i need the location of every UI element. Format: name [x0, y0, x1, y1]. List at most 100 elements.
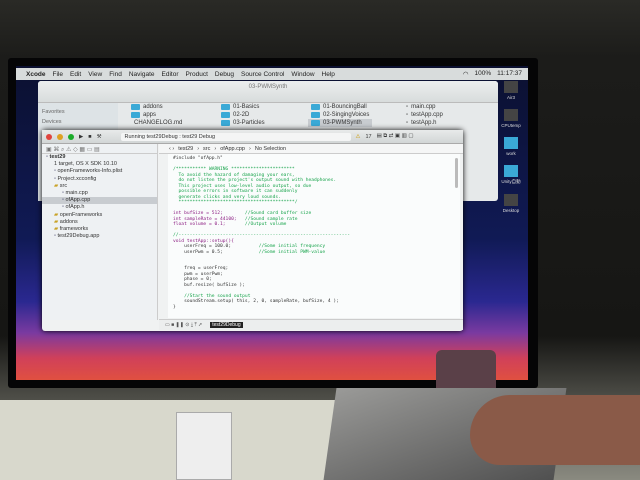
jump-file[interactable]: ofApp.cpp: [220, 146, 245, 152]
finder-item-label: testApp.h: [411, 120, 437, 126]
file-icon: ▫: [406, 120, 409, 126]
code-text: userPwm = 0.5;: [173, 249, 259, 255]
code-comment: ****************************************…: [173, 200, 298, 205]
finder-item[interactable]: CHANGELOG.md: [128, 119, 185, 127]
code-line: }: [173, 305, 460, 311]
wifi-icon[interactable]: ◠: [463, 70, 469, 78]
desktop-icon-label: Air3: [506, 95, 515, 100]
finder-item-label: CHANGELOG.md: [134, 120, 183, 126]
finder-item[interactable]: ▫ testApp.h: [403, 119, 446, 127]
desktop-icon-label: work: [506, 151, 516, 156]
finder-item[interactable]: 02-2D: [218, 111, 268, 119]
jump-folder[interactable]: src: [203, 146, 210, 152]
sidebar-favorites[interactable]: Favorites: [42, 107, 114, 117]
finder-item[interactable]: 03-PWMSynth: [308, 119, 373, 127]
folder-icon: [221, 104, 230, 110]
tree-item[interactable]: ▫ ofApp.cpp: [42, 197, 157, 205]
tree-item[interactable]: ▫ openFrameworks-Info.plist: [42, 168, 157, 175]
minimize-button[interactable]: [57, 133, 63, 140]
desktop-icon[interactable]: work: [498, 137, 524, 156]
menu-product[interactable]: Product: [185, 71, 207, 78]
status-1[interactable]: 11:17:37: [497, 70, 522, 78]
warning-icon[interactable]: ⚠: [356, 134, 361, 140]
close-button[interactable]: [46, 133, 52, 140]
jump-project[interactable]: test29: [178, 146, 193, 152]
zoom-button[interactable]: [68, 133, 74, 140]
tree-item-label: frameworks: [59, 225, 89, 232]
menu-source-control[interactable]: Source Control: [241, 71, 284, 78]
tree-item[interactable]: ▰ frameworks: [42, 226, 157, 233]
tree-item-label: ofApp.h: [65, 204, 85, 211]
menu-edit[interactable]: Edit: [70, 71, 81, 78]
finder-item[interactable]: 02-SingingVoices: [308, 111, 372, 119]
desktop-icon[interactable]: CPUtemp: [498, 109, 524, 128]
menu-navigate[interactable]: Navigate: [129, 71, 155, 78]
desktop-icon[interactable]: Unity自動: [498, 165, 524, 185]
code-text: soundStream.setup( this, 2, 0, sampleRat…: [173, 299, 339, 304]
desktop-icon[interactable]: Air3: [498, 81, 524, 100]
tree-item[interactable]: ▫ main.cpp: [42, 190, 157, 197]
finder-column-2: 01-Basics 02-2D 03-Particles: [218, 103, 268, 127]
editor-mode-icons[interactable]: ▤ ⧉ ⇄ ▣ ▥ ▢: [377, 133, 414, 140]
finder-item-label: 03-PWMSynth: [323, 120, 362, 126]
menu-editor[interactable]: Editor: [162, 71, 179, 78]
stop-icon[interactable]: ■: [88, 134, 91, 140]
code-editor[interactable]: #include "ofApp.h" /*********** WARNING *…: [168, 154, 460, 318]
tree-item[interactable]: ▰ openFrameworks: [42, 212, 157, 219]
debug-target: test29Debug: [210, 322, 243, 328]
menu-debug[interactable]: Debug: [215, 71, 234, 78]
finder-item-label: 01-Basics: [233, 104, 260, 110]
tree-item-label: main.cpp: [65, 189, 88, 196]
scrollbar[interactable]: [455, 158, 458, 188]
tree-item[interactable]: ▰ src: [42, 183, 157, 190]
jump-bar: ‹ › test29 › src › ofApp.cpp › No Selection: [159, 144, 463, 154]
finder-item[interactable]: addons: [128, 103, 185, 111]
finder-item[interactable]: apps: [128, 111, 185, 119]
tree-item[interactable]: ▫ ofApp.h: [42, 204, 157, 211]
code-comment: possible errors in software it can sudde…: [173, 189, 298, 194]
activity-status: Running test29Debug : test29 Debug: [120, 132, 351, 141]
box: [176, 412, 232, 480]
tree-item-label: addons: [59, 218, 78, 225]
tree-item[interactable]: 1 target, OS X SDK 10.10: [42, 161, 157, 168]
tree-item-label: openFrameworks-Info.plist: [57, 168, 123, 175]
menu-file[interactable]: File: [53, 71, 63, 78]
menu-xcode[interactable]: Xcode: [26, 71, 46, 78]
jump-symbol[interactable]: No Selection: [255, 146, 286, 152]
status-0[interactable]: 100%: [475, 70, 492, 78]
finder-item-label: apps: [143, 112, 157, 118]
tree-item[interactable]: ▫ test29Debug.app: [42, 233, 157, 240]
finder-item[interactable]: ▫ testApp.cpp: [403, 111, 446, 119]
folder-icon: [311, 120, 320, 126]
code-text: float volume = 0.1;: [173, 222, 245, 227]
finder-item[interactable]: 01-BouncingBall: [308, 103, 372, 111]
code-comment: //--------------------------------------…: [173, 233, 351, 238]
tree-item[interactable]: ▫ Project.xcconfig: [42, 176, 157, 183]
navigator-tabs[interactable]: ▣ ⌘ ⌕ ⚠ ◇ ▦ ▭ ▤: [42, 144, 157, 154]
code-comment: This project uses low-level audio output…: [173, 183, 312, 189]
menu-view[interactable]: View: [88, 71, 102, 78]
scheme-icon[interactable]: ⚒: [97, 134, 102, 140]
code-text: userFreq = 100.0;: [173, 244, 259, 249]
finder-item[interactable]: 03-Particles: [218, 119, 268, 127]
tree-item[interactable]: ▰ addons: [42, 219, 157, 226]
folder-icon: [311, 104, 320, 110]
back-icon[interactable]: ‹ ›: [169, 146, 174, 152]
tree-item[interactable]: ▫ test29: [42, 154, 157, 161]
folder-icon: [221, 112, 230, 118]
menu-help[interactable]: Help: [322, 71, 335, 78]
code-text: freq = userFreq;: [173, 266, 229, 271]
menu-find[interactable]: Find: [109, 71, 122, 78]
debug-controls[interactable]: ▭ ■ ❚❚ ⊙ ⤓ ⤒ ➚: [165, 322, 202, 328]
run-icon[interactable]: ▶: [79, 134, 83, 140]
menu-window[interactable]: Window: [291, 71, 314, 78]
finder-item[interactable]: 01-Basics: [218, 103, 268, 111]
sidebar-devices[interactable]: Devices: [42, 117, 114, 127]
desktop-icon[interactable]: Desktop: [498, 194, 524, 213]
debug-bar: ▭ ■ ❚❚ ⊙ ⤓ ⤒ ➚ test29Debug: [159, 319, 463, 330]
finder-item[interactable]: ▫ main.cpp: [403, 103, 446, 111]
hand: [470, 395, 640, 465]
finder-column-3: 01-BouncingBall 02-SingingVoices 03-PWMSyn…: [308, 103, 373, 127]
folder-icon: [504, 165, 518, 177]
finder-item-label: 03-Particles: [233, 120, 265, 126]
